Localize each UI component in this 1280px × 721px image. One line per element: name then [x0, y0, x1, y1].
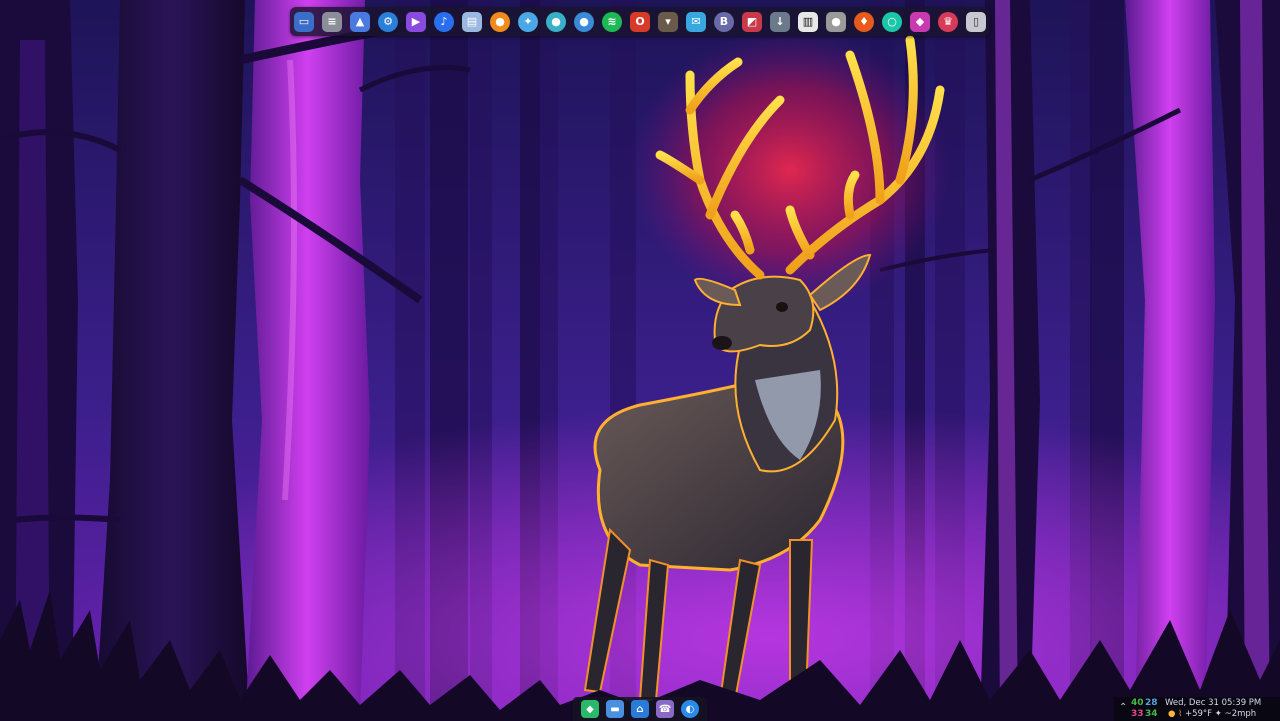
inbox-icon[interactable]: ⌂ [631, 700, 649, 718]
desktop-icon[interactable]: ▭ [294, 11, 314, 32]
globe-icon[interactable]: ◐ [681, 700, 699, 718]
sun-icon: ● [1168, 709, 1176, 719]
weather-temperature: +59°F [1184, 709, 1213, 719]
weather-wind: ~2mph [1224, 709, 1257, 719]
taskbar: ◆ ▬ ⌂ ☎ ◐ [573, 697, 707, 721]
wind-icon: ✦ [1214, 709, 1222, 719]
archive-icon[interactable]: ▤ [462, 11, 482, 32]
diamond-app-icon[interactable]: ◆ [581, 700, 599, 718]
clock[interactable]: Wed, Dec 31 05:39 PM [1165, 698, 1261, 708]
network-up-value: 40 [1131, 698, 1144, 708]
mail-icon[interactable]: ✉ [686, 11, 706, 32]
network-down-value: 28 [1145, 698, 1158, 708]
pin-icon[interactable]: ● [546, 11, 566, 32]
weather-widget[interactable]: ● ⌇ +59°F ✦ ~2mph [1168, 709, 1256, 719]
music-note-icon[interactable]: ♪ [434, 11, 454, 32]
cat-icon[interactable]: ▾ [658, 11, 678, 32]
user-icon[interactable]: ● [574, 11, 594, 32]
chevron-up-icon[interactable]: ⌃ [1119, 702, 1127, 713]
amd-icon[interactable]: ◩ [742, 11, 762, 32]
ring-icon[interactable]: ○ [882, 11, 902, 32]
browser-settings-icon[interactable]: ⚙ [378, 11, 398, 32]
piano-icon[interactable]: ▥ [798, 11, 818, 32]
cpu-value: 33 [1131, 709, 1144, 719]
document-icon[interactable]: ≡ [322, 11, 342, 32]
folder-icon[interactable]: ▬ [606, 700, 624, 718]
person-icon[interactable]: ● [826, 11, 846, 32]
trash-icon[interactable]: ▯ [966, 11, 986, 32]
app-dock: ▭ ≡ ▲ ⚙ ▶ ♪ ▤ ● ✦ ● ● ≋ O ▾ ✉ B ◩ ↓ ▥ ● … [290, 7, 990, 36]
system-tray: ⌃ 40 28 33 34 Wed, Dec 31 05:39 PM ● ⌇ +… [1114, 697, 1280, 721]
mountain-chart-icon[interactable]: ▲ [350, 11, 370, 32]
download-icon[interactable]: ↓ [770, 11, 790, 32]
blender-icon[interactable]: ● [490, 11, 510, 32]
shield-icon[interactable]: ◆ [910, 11, 930, 32]
spotify-icon[interactable]: ≋ [602, 11, 622, 32]
b-badge-icon[interactable]: B [714, 11, 734, 32]
desktop-wallpaper [0, 0, 1280, 721]
play-icon[interactable]: ▶ [406, 11, 426, 32]
bird-icon[interactable]: ✦ [518, 11, 538, 32]
temperature-icon: ⌇ [1178, 709, 1183, 719]
crown-icon[interactable]: ♛ [938, 11, 958, 32]
office-icon[interactable]: O [630, 11, 650, 32]
mem-value: 34 [1145, 709, 1158, 719]
phone-icon[interactable]: ☎ [656, 700, 674, 718]
fire-icon[interactable]: ♦ [854, 11, 874, 32]
